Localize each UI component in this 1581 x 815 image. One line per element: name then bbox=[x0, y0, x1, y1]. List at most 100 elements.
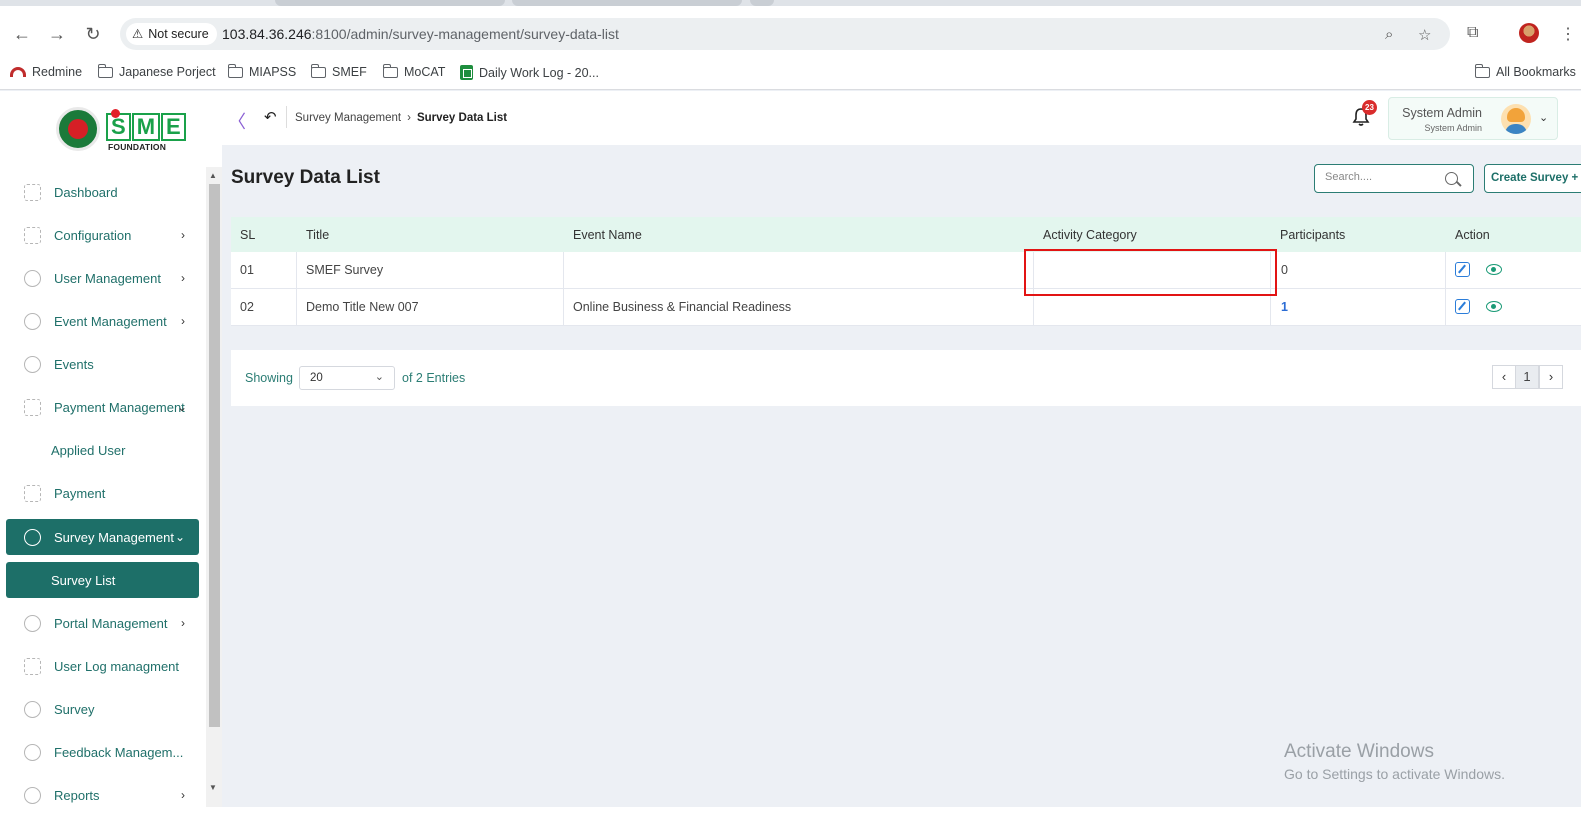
page-button-current[interactable]: 1 bbox=[1515, 365, 1539, 389]
google-sheets-icon bbox=[460, 65, 473, 80]
log-icon bbox=[24, 657, 41, 675]
collapse-sidebar-icon[interactable]: 〈 bbox=[228, 108, 246, 134]
column-header-participants: Participants bbox=[1280, 228, 1346, 242]
page-size-select[interactable]: 20 ⌄ bbox=[299, 366, 395, 390]
more-menu-icon[interactable]: ⋮ bbox=[1560, 24, 1576, 44]
sidebar-subitem-survey-list[interactable]: Survey List bbox=[6, 562, 199, 598]
security-chip[interactable]: ⚠ Not secure bbox=[126, 23, 217, 45]
user-menu[interactable]: System Admin System Admin ⌄ bbox=[1388, 97, 1558, 140]
prev-page-button[interactable]: ‹ bbox=[1492, 365, 1516, 389]
address-bar[interactable]: ⚠ Not secure 103.84.36.246:8100/admin/su… bbox=[120, 18, 1450, 50]
create-survey-button[interactable]: Create Survey + bbox=[1484, 164, 1581, 193]
go-back-icon[interactable]: ↶ bbox=[264, 108, 277, 126]
logo-subtitle: FOUNDATION bbox=[108, 142, 167, 152]
scrollbar-thumb[interactable] bbox=[209, 184, 220, 727]
user-shield-icon bbox=[24, 269, 41, 287]
scroll-up-icon[interactable]: ▲ bbox=[209, 171, 217, 180]
sidebar-item-survey[interactable]: Survey bbox=[6, 691, 199, 727]
brand-logo[interactable]: SME FOUNDATION bbox=[0, 91, 222, 167]
sidebar-item-configuration[interactable]: Configuration › bbox=[6, 217, 199, 253]
column-divider bbox=[1445, 252, 1446, 326]
cell-sl: 01 bbox=[240, 263, 254, 277]
lock-icon bbox=[24, 355, 41, 373]
sidebar-item-survey-management[interactable]: Survey Management ⌄ bbox=[6, 519, 199, 555]
bookmark-mocat[interactable]: MoCAT bbox=[382, 63, 445, 79]
dashboard-icon bbox=[24, 183, 41, 201]
security-label: Not secure bbox=[148, 27, 209, 41]
bookmark-redmine[interactable]: Redmine bbox=[10, 65, 82, 79]
windows-activation-subtitle: Go to Settings to activate Windows. bbox=[1284, 766, 1505, 782]
cell-participants-link[interactable]: 1 bbox=[1281, 300, 1288, 314]
view-eye-icon[interactable] bbox=[1486, 301, 1502, 312]
star-icon[interactable]: ☆ bbox=[1418, 26, 1431, 44]
notification-badge: 23 bbox=[1362, 100, 1377, 115]
avatar bbox=[1501, 104, 1531, 134]
breadcrumb-parent[interactable]: Survey Management bbox=[295, 112, 401, 124]
window-bottom-edge bbox=[0, 807, 1581, 815]
sidebar-item-events[interactable]: Events bbox=[6, 346, 199, 382]
warning-icon: ⚠ bbox=[132, 27, 144, 41]
reports-icon bbox=[24, 786, 41, 804]
search-icon[interactable] bbox=[1445, 172, 1458, 185]
bookmark-japanese-porject[interactable]: Japanese Porject bbox=[97, 63, 216, 79]
chevron-right-icon: › bbox=[407, 112, 411, 124]
money-icon bbox=[24, 398, 41, 416]
bookmark-daily-work-log[interactable]: Daily Work Log - 20... bbox=[460, 65, 599, 80]
folder-icon bbox=[97, 63, 113, 78]
pie-chart-icon bbox=[24, 528, 41, 546]
column-header-sl: SL bbox=[240, 228, 256, 242]
search-field[interactable] bbox=[1314, 164, 1474, 193]
lock-icon bbox=[24, 312, 41, 330]
sidebar-item-dashboard[interactable]: Dashboard bbox=[6, 174, 199, 210]
forward-arrow-icon[interactable]: → bbox=[47, 24, 67, 44]
sidebar-item-reports[interactable]: Reports › bbox=[6, 777, 199, 807]
next-page-button[interactable]: › bbox=[1539, 365, 1563, 389]
extensions-icon[interactable]: ⧉ bbox=[1467, 24, 1478, 42]
bookmark-smef[interactable]: SMEF bbox=[310, 63, 367, 79]
sidebar: Dashboard Configuration › User Managemen… bbox=[0, 167, 206, 807]
view-eye-icon[interactable] bbox=[1486, 264, 1502, 275]
chevron-right-icon: › bbox=[181, 616, 185, 630]
sidebar-item-user-log-managment[interactable]: User Log managment bbox=[6, 648, 199, 684]
sidebar-item-feedback-management[interactable]: Feedback Managem... bbox=[6, 734, 199, 770]
edit-icon[interactable] bbox=[1455, 299, 1470, 314]
sidebar-item-portal-management[interactable]: Portal Management › bbox=[6, 605, 199, 641]
chevron-right-icon: › bbox=[181, 788, 185, 802]
sidebar-item-event-management[interactable]: Event Management › bbox=[6, 303, 199, 339]
divider bbox=[286, 106, 287, 128]
bookmarks-bar: Redmine Japanese Porject MIAPSS SMEF MoC… bbox=[0, 58, 1581, 90]
chevron-down-icon: ⌄ bbox=[374, 371, 384, 383]
browser-toolbar: ← → ↻ ⚠ Not secure 103.84.36.246:8100/ad… bbox=[0, 6, 1581, 58]
breadcrumb: Survey Management › Survey Data List bbox=[295, 112, 507, 124]
chevron-down-icon: ⌄ bbox=[176, 400, 187, 414]
showing-label: Showing bbox=[245, 371, 293, 385]
sidebar-item-user-management[interactable]: User Management › bbox=[6, 260, 199, 296]
all-bookmarks[interactable]: All Bookmarks bbox=[1474, 63, 1576, 79]
scroll-down-icon[interactable]: ▼ bbox=[209, 783, 217, 792]
sidebar-item-payment[interactable]: Payment bbox=[6, 475, 199, 511]
zoom-icon[interactable]: ⌕ bbox=[1385, 26, 1393, 43]
entries-label: of 2 Entries bbox=[402, 371, 466, 385]
user-role: System Admin bbox=[1424, 123, 1482, 133]
sidebar-item-payment-management[interactable]: Payment Management ⌄ bbox=[6, 389, 199, 425]
cell-participants: 0 bbox=[1281, 263, 1288, 277]
chevron-down-icon: ⌄ bbox=[1539, 112, 1549, 124]
url-text[interactable]: 103.84.36.246:8100/admin/survey-manageme… bbox=[222, 26, 619, 42]
back-arrow-icon[interactable]: ← bbox=[12, 24, 32, 44]
search-input[interactable] bbox=[1325, 171, 1440, 183]
column-header-action: Action bbox=[1455, 228, 1490, 242]
edit-icon[interactable] bbox=[1455, 262, 1470, 277]
breadcrumb-current: Survey Data List bbox=[416, 112, 508, 124]
column-header-activity-category: Activity Category bbox=[1043, 228, 1137, 242]
configuration-icon bbox=[24, 226, 41, 244]
sidebar-subitem-applied-user[interactable]: Applied User bbox=[6, 432, 199, 468]
money-icon bbox=[24, 484, 41, 502]
reload-icon[interactable]: ↻ bbox=[83, 24, 103, 44]
bookmark-miapss[interactable]: MIAPSS bbox=[227, 63, 296, 79]
profile-avatar-icon[interactable] bbox=[1519, 23, 1539, 43]
folder-icon bbox=[310, 63, 326, 78]
column-header-title: Title bbox=[306, 228, 330, 242]
table-row: 01 SMEF Survey 0 bbox=[231, 252, 1581, 289]
cell-title: SMEF Survey bbox=[306, 263, 384, 277]
sidebar-scrollbar[interactable]: ▲ ▼ bbox=[206, 167, 222, 807]
